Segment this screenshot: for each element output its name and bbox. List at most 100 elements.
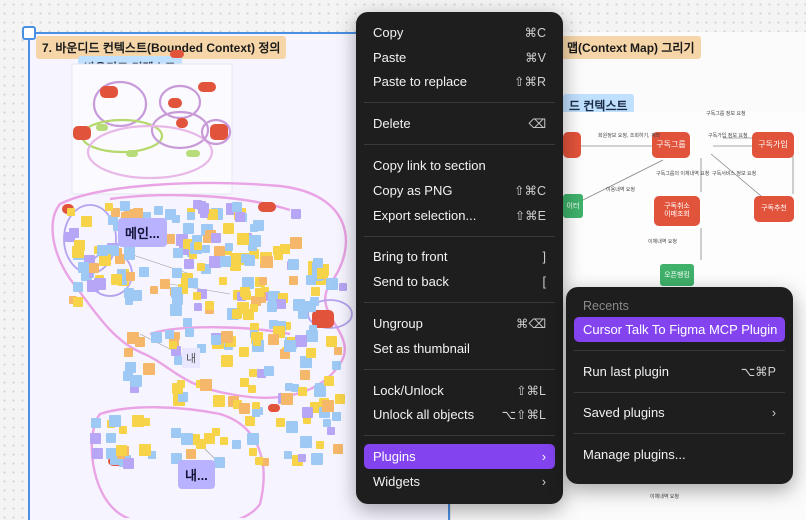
sticky-note[interactable] (171, 383, 183, 395)
sticky-note[interactable] (307, 304, 316, 313)
sticky-note[interactable] (252, 337, 261, 346)
sticky-note[interactable] (332, 361, 342, 371)
menu-item-set-as-thumbnail[interactable]: Set as thumbnail (364, 336, 555, 361)
sticky-note[interactable] (142, 362, 155, 375)
sticky-note[interactable] (297, 309, 308, 320)
sticky-note[interactable] (205, 300, 215, 310)
sticky-note[interactable] (185, 448, 196, 459)
sticky-note[interactable] (297, 387, 307, 397)
sticky-note[interactable] (151, 331, 163, 343)
sticky-note[interactable] (120, 200, 131, 211)
sticky-note[interactable] (124, 288, 135, 299)
sticky-note[interactable] (220, 331, 233, 344)
sticky-note[interactable] (123, 458, 135, 470)
node-partial-left[interactable] (563, 132, 581, 158)
diagram-node[interactable] (168, 98, 182, 108)
sticky-note[interactable] (77, 261, 89, 273)
sticky-note[interactable] (138, 443, 151, 456)
sticky-note[interactable] (213, 457, 225, 469)
sticky-note[interactable] (301, 406, 313, 418)
sticky-note[interactable] (326, 426, 335, 435)
sticky-note[interactable] (69, 227, 80, 238)
node-subscription-transfer[interactable]: 구독취소 이메조회 (654, 196, 700, 226)
sticky-note[interactable] (132, 415, 145, 428)
recent-plugin-cursor-talk-to-figma[interactable]: Cursor Talk To Figma MCP Plugin (574, 317, 785, 342)
sticky-note[interactable] (92, 447, 104, 459)
sticky-note[interactable] (230, 260, 242, 272)
sticky-note[interactable] (281, 392, 294, 405)
sticky-note[interactable] (181, 433, 194, 446)
sticky-note[interactable] (171, 268, 182, 279)
sticky-note[interactable] (221, 354, 234, 367)
sticky-note[interactable] (150, 285, 159, 294)
menu-item-unlock-all-objects[interactable]: Unlock all objects ⌥⇧⌘L (364, 403, 555, 428)
sticky-note[interactable] (96, 244, 108, 256)
sticky-note[interactable] (305, 347, 316, 358)
sticky-note[interactable] (289, 276, 299, 286)
sticky-note[interactable] (72, 281, 83, 292)
menu-item-export-selection[interactable]: Export selection... ⇧⌘E (364, 203, 555, 228)
sticky-note[interactable] (187, 278, 198, 289)
sticky-note[interactable] (200, 379, 213, 392)
sticky-note[interactable] (261, 255, 274, 268)
sticky-note[interactable] (225, 242, 234, 251)
sticky-note[interactable] (325, 336, 337, 348)
sticky-note[interactable] (211, 334, 222, 345)
sticky-note[interactable] (80, 216, 92, 228)
menu-item-lock-unlock[interactable]: Lock/Unlock ⇧⌘L (364, 378, 555, 403)
menu-item-ungroup[interactable]: Ungroup ⌘⌫ (364, 311, 555, 336)
sticky-note[interactable] (72, 245, 85, 258)
menu-item-paste-to-replace[interactable]: Paste to replace ⇧⌘R (364, 70, 555, 95)
sticky-note[interactable] (291, 208, 302, 219)
sticky-note[interactable] (87, 279, 100, 292)
menu-item-run-last-plugin[interactable]: Run last plugin ⌥⌘P (574, 359, 785, 384)
sticky-note[interactable] (258, 276, 267, 285)
diagram-node[interactable] (170, 50, 184, 58)
sticky-note[interactable] (290, 237, 303, 250)
node-subscription-recommend[interactable]: 구독추천 (754, 196, 794, 222)
sticky-note[interactable] (223, 222, 235, 234)
sticky-note[interactable] (236, 232, 249, 245)
sticky-note[interactable] (299, 355, 312, 368)
sticky-note[interactable] (249, 368, 258, 377)
sticky-note[interactable] (201, 245, 210, 254)
diagram-node[interactable] (100, 86, 118, 98)
group-label-main[interactable]: 메인... (118, 218, 167, 247)
sticky-note[interactable] (193, 241, 202, 250)
sticky-note[interactable] (235, 212, 246, 223)
sticky-note[interactable] (237, 302, 250, 315)
sticky-note[interactable] (122, 370, 133, 381)
sticky-note[interactable] (187, 212, 196, 221)
sticky-note[interactable] (239, 347, 250, 358)
sticky-note[interactable] (193, 303, 202, 312)
sticky-note[interactable] (218, 277, 227, 286)
sticky-note[interactable] (254, 287, 264, 297)
sticky-note[interactable] (91, 418, 102, 429)
diagram-node[interactable] (198, 82, 216, 92)
sticky-note[interactable] (109, 415, 122, 428)
group-label-secondary[interactable]: 내... (178, 460, 215, 489)
sticky-note[interactable] (298, 454, 307, 463)
sticky-note[interactable] (182, 317, 192, 327)
sticky-note[interactable] (139, 267, 150, 278)
menu-item-send-to-back[interactable]: Send to back [ (364, 269, 555, 294)
menu-item-widgets[interactable]: Widgets › (364, 469, 555, 494)
diagram-node[interactable] (210, 124, 228, 140)
sticky-note[interactable] (300, 435, 313, 448)
menu-item-copy-as-png[interactable]: Copy as PNG ⇧⌘C (364, 178, 555, 203)
sticky-note[interactable] (267, 334, 279, 346)
menu-item-bring-to-front[interactable]: Bring to front] (364, 245, 555, 270)
sticky-note[interactable] (276, 418, 286, 428)
sticky-note[interactable] (220, 437, 229, 446)
sticky-note[interactable] (323, 419, 332, 428)
sticky-note[interactable] (88, 263, 99, 274)
sticky-note[interactable] (132, 207, 143, 218)
sticky-note[interactable] (90, 433, 102, 445)
sticky-note[interactable] (283, 450, 292, 459)
sticky-note[interactable] (239, 403, 251, 415)
diagram-node[interactable] (73, 126, 91, 140)
sticky-note[interactable] (246, 433, 259, 445)
sticky-note[interactable] (332, 444, 343, 455)
sticky-note[interactable] (213, 394, 226, 407)
sticky-note[interactable] (173, 248, 184, 259)
